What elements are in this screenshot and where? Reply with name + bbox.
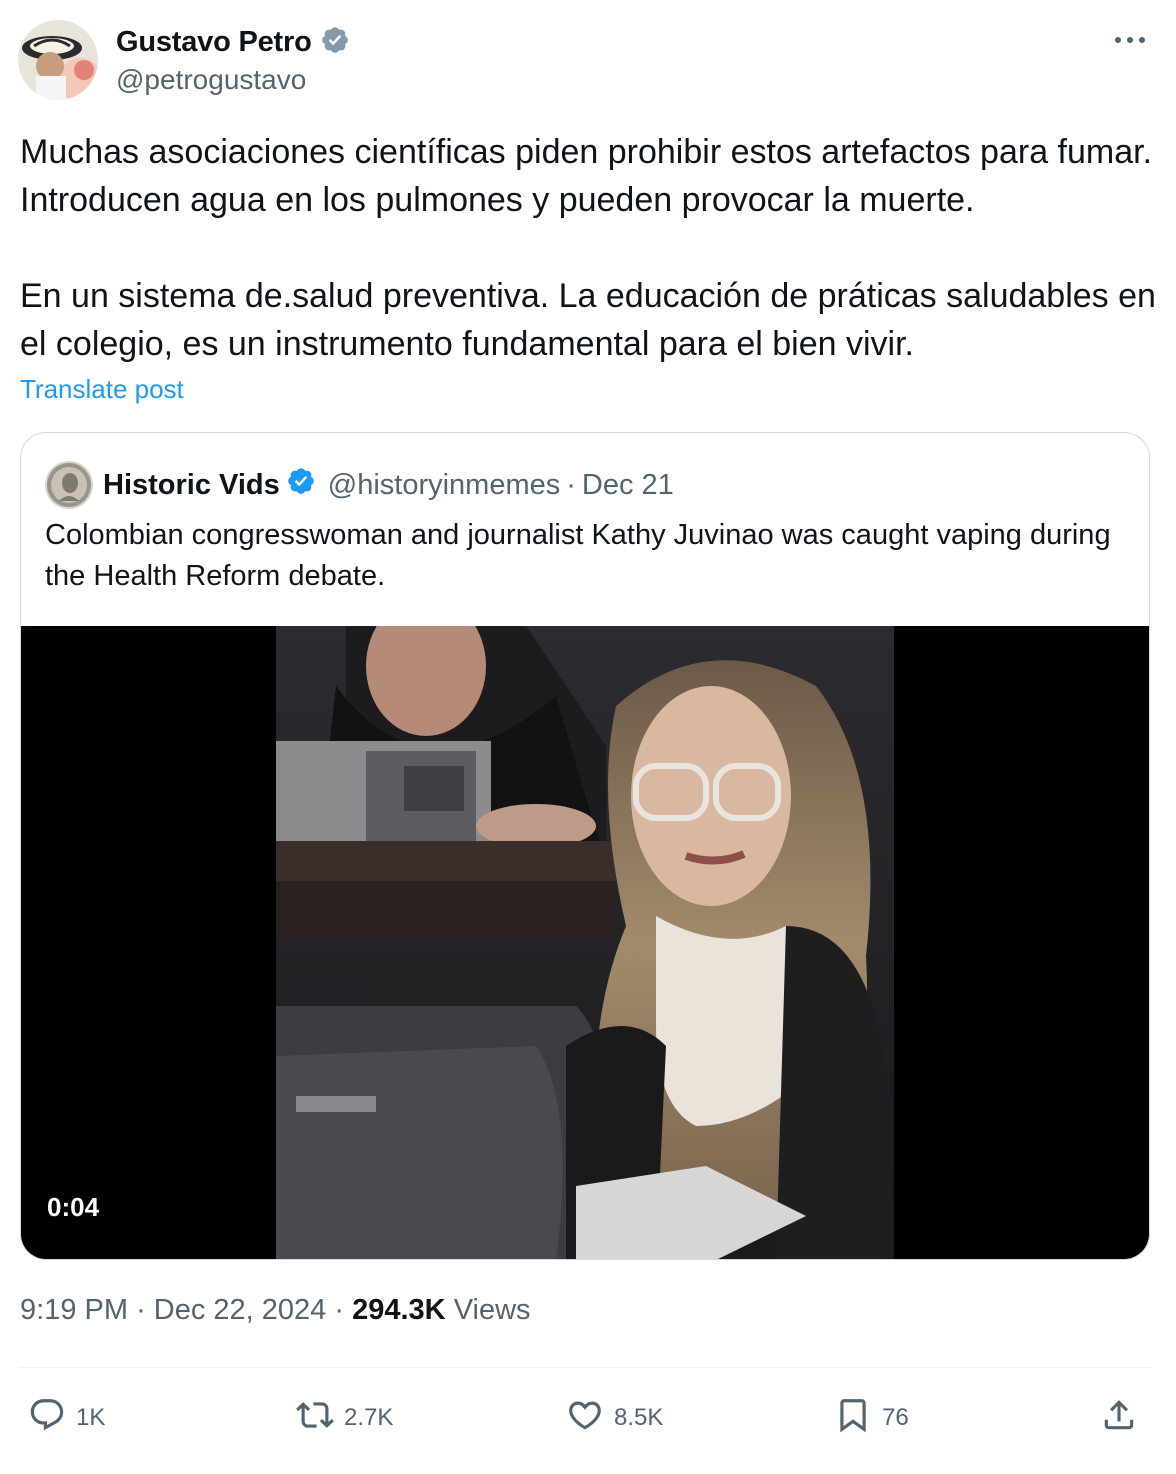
repost-icon <box>296 1396 334 1441</box>
share-icon <box>1100 1396 1138 1441</box>
divider <box>20 1367 1150 1368</box>
quoted-tweet-text: Colombian congresswoman and journalist K… <box>45 519 1111 592</box>
quoted-tweet-card[interactable]: Historic Vids @historyinmemes · Dec 21 C… <box>20 432 1150 1260</box>
video-duration: 0:04 <box>47 1192 100 1222</box>
video-thumbnail <box>276 626 894 1259</box>
more-options-icon[interactable] <box>1110 26 1150 54</box>
author-name[interactable]: Gustavo Petro <box>116 26 312 59</box>
tweet-paragraph: Muchas asociaciones científicas piden pr… <box>20 133 1153 219</box>
reply-count: 1K <box>76 1404 106 1431</box>
meta-separator: · <box>566 468 576 501</box>
quoted-date[interactable]: Dec 21 <box>582 469 674 502</box>
tweet-text: Muchas asociaciones científicas piden pr… <box>20 128 1156 368</box>
author-handle[interactable]: @petrogustavo <box>116 64 306 96</box>
repost-count: 2.7K <box>344 1404 394 1431</box>
reply-icon <box>28 1396 66 1441</box>
bookmark-count: 76 <box>882 1404 909 1431</box>
quoted-author-avatar[interactable] <box>45 461 93 509</box>
tweet-paragraph: En un sistema de.salud preventiva. La ed… <box>20 277 1156 363</box>
quoted-author-handle[interactable]: @historyinmemes <box>328 469 561 502</box>
meta-separator: · <box>334 1294 345 1326</box>
views-count: 294.3K <box>352 1294 446 1326</box>
quoted-header: Historic Vids @historyinmemes · Dec 21 <box>103 463 674 507</box>
author-name-row[interactable]: Gustavo Petro <box>116 22 350 62</box>
tweet-meta: 9:19 PM · Dec 22, 2024 · 294.3K Views <box>20 1294 531 1327</box>
translate-post-link[interactable]: Translate post <box>20 374 184 405</box>
tweet-date[interactable]: Dec 22, 2024 <box>154 1294 327 1326</box>
bookmark-icon <box>834 1396 872 1441</box>
meta-separator: · <box>136 1294 146 1326</box>
bookmark-button[interactable]: 76 <box>834 1398 909 1438</box>
like-button[interactable]: 8.5K <box>566 1398 663 1438</box>
repost-button[interactable]: 2.7K <box>296 1398 393 1438</box>
views-label: Views <box>453 1294 531 1326</box>
quoted-author-name[interactable]: Historic Vids <box>103 469 280 502</box>
verified-badge-icon <box>320 25 350 60</box>
tweet-time[interactable]: 9:19 PM <box>20 1294 128 1326</box>
verified-badge-icon <box>286 466 316 504</box>
author-avatar[interactable] <box>18 20 98 100</box>
like-count: 8.5K <box>614 1404 664 1431</box>
heart-icon <box>566 1396 604 1441</box>
reply-button[interactable]: 1K <box>28 1398 105 1438</box>
share-button[interactable] <box>1100 1398 1138 1438</box>
video-player[interactable]: 0:04 <box>21 626 1149 1259</box>
